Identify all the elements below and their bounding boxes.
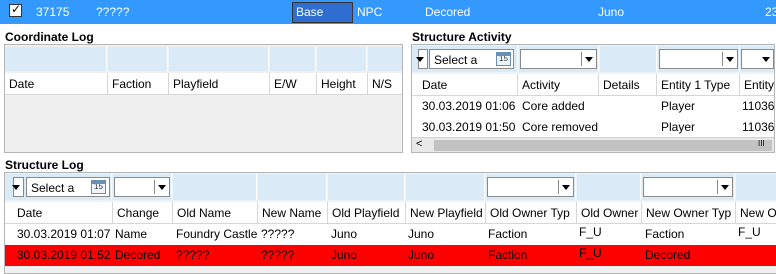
column-header[interactable]: Change	[113, 202, 173, 223]
entity-filter-combo[interactable]	[741, 49, 774, 69]
structure-playfield: Juno	[598, 5, 625, 19]
structure-activity-grid[interactable]: Select a 15 Date Activity Details Entity…	[411, 44, 775, 153]
calendar-icon[interactable]: 15	[496, 52, 511, 66]
structure-name: ?????	[96, 5, 130, 19]
cell-new-name: ?????	[261, 227, 295, 241]
column-header[interactable]: Date	[5, 202, 113, 223]
structure-type: Base	[296, 5, 324, 19]
column-header[interactable]: Playfield	[169, 73, 270, 94]
activity-filter-combo[interactable]	[520, 49, 597, 69]
cell-old-owner-type: Faction	[488, 248, 528, 262]
cell-activity: Core removed	[522, 120, 599, 134]
column-header[interactable]: Details	[599, 74, 657, 95]
table-row-highlighted[interactable]: 30.03.2019 01:52 Decored ????? ????? Jun…	[5, 245, 776, 266]
cell-new-owner-type: Decored	[645, 248, 691, 262]
cell-old-playfield: Juno	[331, 248, 358, 262]
column-header[interactable]: E/W	[270, 73, 317, 94]
column-header[interactable]: Activity	[518, 74, 599, 95]
structure-activity-header: Date Activity Details Entity 1 Type Enti…	[412, 74, 774, 96]
cell-date: 30.03.2019 01:07	[17, 227, 111, 241]
coordinate-log-grid[interactable]: Date Faction Playfield E/W Height N/S	[4, 44, 403, 153]
grip-icon: III	[758, 139, 765, 148]
column-header[interactable]: Date	[412, 74, 518, 95]
structure-log-grid[interactable]: Select a 15 Date Change Old Name New Nam…	[4, 172, 776, 274]
structure-log-filter-row: Select a 15	[5, 173, 776, 201]
coordinate-log-filter-row	[5, 45, 402, 72]
cell-entity: 11036	[742, 120, 775, 134]
cell-entity-type: Player	[661, 99, 696, 113]
horizontal-scrollbar[interactable]: < III	[412, 137, 774, 152]
cell-change: Name	[115, 227, 148, 241]
date-filter-operator[interactable]	[416, 49, 428, 69]
column-header[interactable]: New Owner Typ	[642, 202, 736, 223]
calendar-icon[interactable]: 15	[91, 180, 106, 194]
entity-type-filter-combo[interactable]	[659, 49, 738, 69]
table-row[interactable]: 30.03.2019 01:07 Name Foundry Castle ???…	[5, 224, 776, 245]
date-filter-operator[interactable]	[12, 177, 24, 197]
column-header[interactable]: Old Name	[173, 202, 258, 223]
cell-old-name: ?????	[176, 248, 210, 262]
new-owner-type-filter-combo[interactable]	[643, 177, 733, 197]
column-header[interactable]: Height	[317, 73, 368, 94]
selected-structure-row[interactable]: 37175 ????? Base NPC Decored Juno 23	[0, 0, 776, 24]
cell-new-name: ?????	[261, 248, 295, 262]
old-owner-type-filter-combo[interactable]	[487, 177, 574, 197]
change-filter-combo[interactable]	[114, 177, 170, 197]
cell-date: 30.03.2019 01:50	[422, 120, 516, 134]
column-header[interactable]: N/S	[368, 73, 402, 94]
cell-old-playfield: Juno	[331, 227, 358, 241]
scroll-thumb[interactable]: III	[434, 139, 772, 151]
cell-new-playfield: Juno	[408, 227, 435, 241]
structure-log-header: Date Change Old Name New Name Old Playfi…	[5, 202, 776, 224]
column-header[interactable]: Date	[5, 73, 108, 94]
cell-entity: 11036	[742, 99, 775, 113]
date-filter-picker[interactable]: Select a 15	[26, 177, 110, 197]
table-row[interactable]: 30.03.2019 01:06 Core added Player 11036	[412, 96, 775, 117]
cell-new-owner-type: Faction	[645, 227, 685, 241]
date-filter-picker[interactable]: Select a 15	[429, 49, 514, 69]
table-row[interactable]: 30.03.2019 01:50 Core removed Player 110…	[412, 117, 775, 138]
structure-faction: NPC	[357, 5, 383, 19]
structure-status: Decored	[425, 5, 471, 19]
cell-activity: Core added	[522, 99, 585, 113]
column-header[interactable]: Entity 1 Type	[657, 74, 740, 95]
structure-id: 37175	[36, 5, 70, 19]
column-header[interactable]: Old Playfield	[328, 202, 406, 223]
coordinate-log-header: Date Faction Playfield E/W Height N/S	[5, 73, 402, 95]
cell-date: 30.03.2019 01:06	[422, 99, 516, 113]
cell-change: Decored	[115, 248, 161, 262]
column-header[interactable]: New Name	[258, 202, 328, 223]
cell-new-playfield: Juno	[408, 248, 435, 262]
structure-activity-title: Structure Activity	[412, 30, 512, 44]
cell-entity-type: Player	[661, 120, 696, 134]
row-checkbox[interactable]	[9, 2, 22, 17]
column-header[interactable]: Entity 1	[740, 74, 774, 95]
cell-old-name: Foundry Castle	[176, 227, 258, 241]
structure-log-title: Structure Log	[5, 158, 84, 172]
cell-old-owner: F_U	[579, 246, 602, 260]
structure-activity-filter-row: Select a 15	[412, 45, 774, 73]
column-header[interactable]: New O	[736, 202, 776, 223]
cell-date: 30.03.2019 01:52	[17, 248, 111, 262]
scroll-left-icon[interactable]: <	[416, 138, 422, 150]
cell-old-owner-type: Faction	[488, 227, 528, 241]
cell-old-owner: F_U	[579, 225, 602, 239]
coordinate-log-title: Coordinate Log	[5, 30, 94, 44]
column-header[interactable]: New Playfield	[406, 202, 486, 223]
column-header[interactable]: Old Owner Typ	[486, 202, 577, 223]
column-header[interactable]: Old Owner	[577, 202, 642, 223]
cell-new-owner: F_U	[738, 225, 761, 239]
structure-extra: 23	[765, 5, 776, 19]
column-header[interactable]: Faction	[108, 73, 169, 94]
